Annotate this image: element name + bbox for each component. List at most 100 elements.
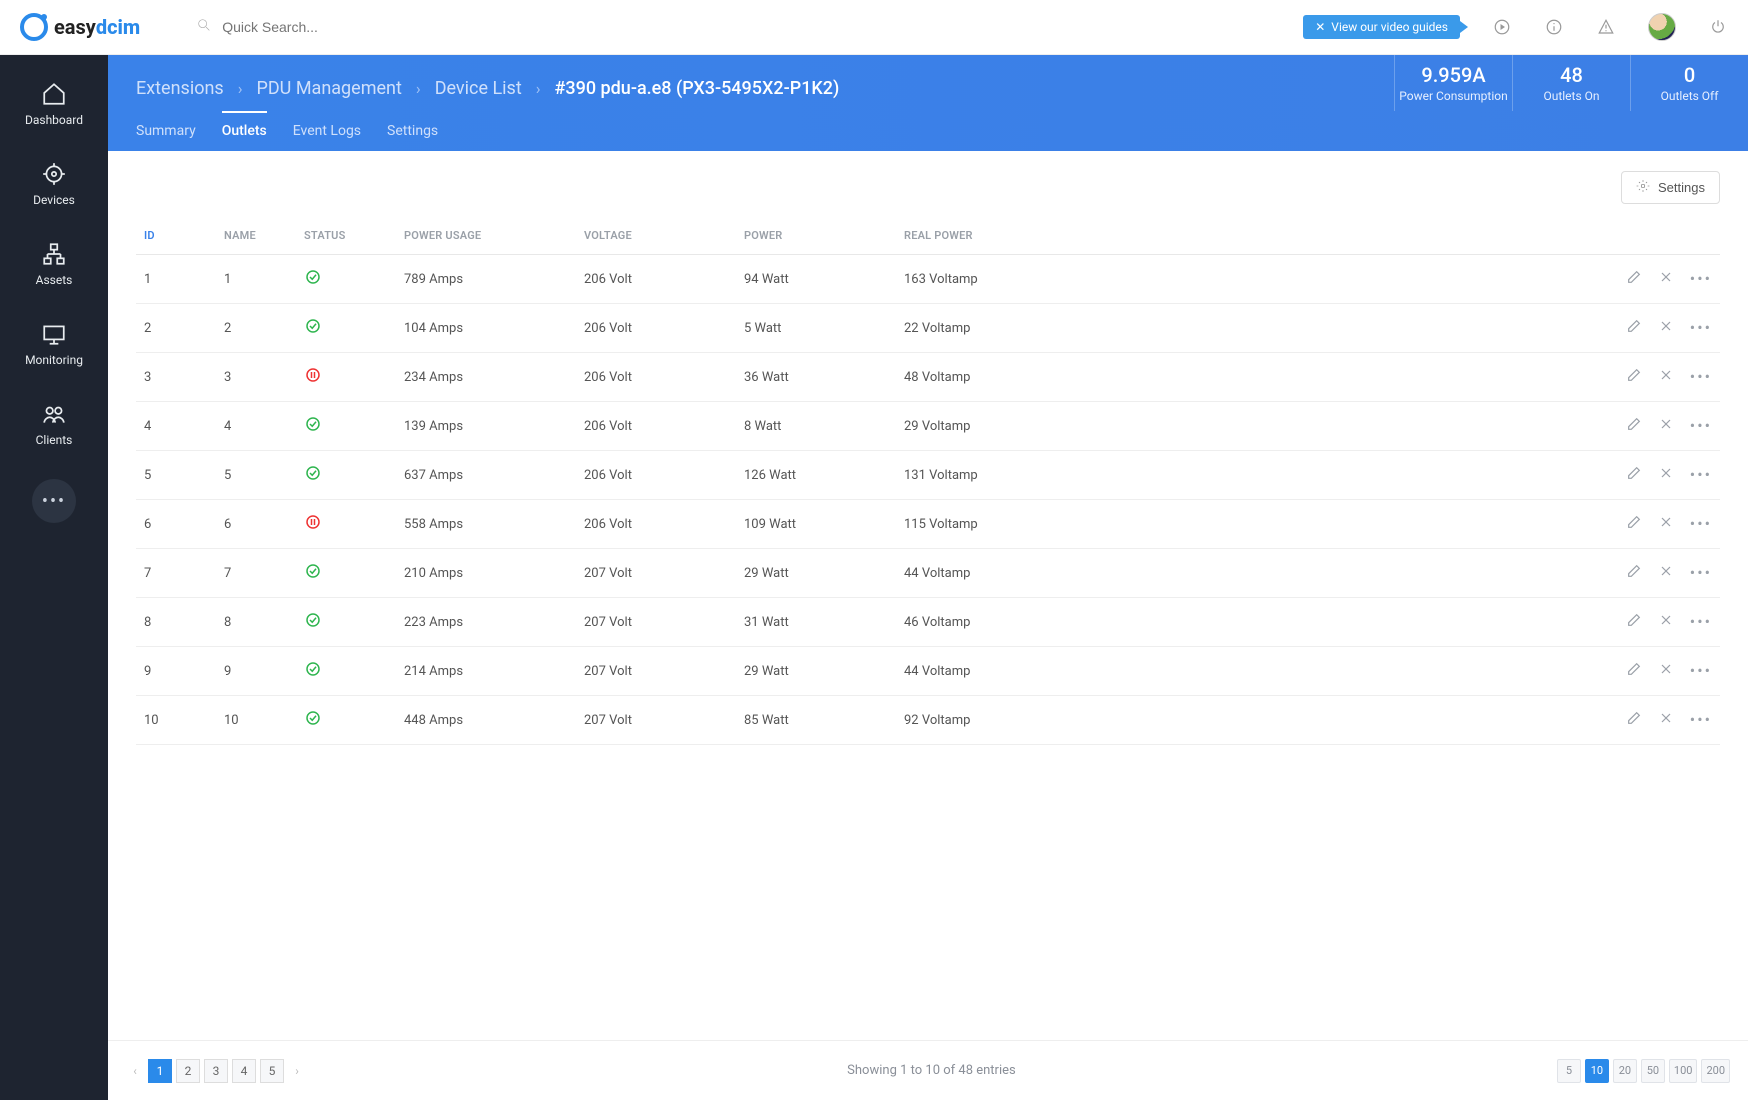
- sidebar-item-monitoring[interactable]: Monitoring: [0, 313, 108, 375]
- top-bar: easydcim ✕ View our video guides: [0, 0, 1748, 55]
- page-button[interactable]: 1: [148, 1059, 172, 1083]
- delete-icon[interactable]: [1658, 269, 1674, 289]
- column-header[interactable]: ID: [136, 219, 216, 255]
- cell-value: 214 Amps: [396, 647, 576, 696]
- more-icon[interactable]: •••: [1690, 418, 1712, 434]
- video-guide-banner[interactable]: ✕ View our video guides: [1303, 15, 1460, 39]
- cell-value: 8: [216, 598, 296, 647]
- tab-summary[interactable]: Summary: [136, 111, 196, 151]
- column-header[interactable]: VOLTAGE: [576, 219, 736, 255]
- delete-icon[interactable]: [1658, 318, 1674, 338]
- delete-icon[interactable]: [1658, 416, 1674, 436]
- table-row: 33234 Amps206 Volt36 Watt48 Voltamp•••: [136, 353, 1720, 402]
- close-icon[interactable]: ✕: [1315, 20, 1325, 34]
- play-icon[interactable]: [1492, 17, 1512, 37]
- breadcrumb-item[interactable]: Extensions: [136, 78, 224, 99]
- more-icon[interactable]: •••: [1690, 467, 1712, 483]
- column-header[interactable]: NAME: [216, 219, 296, 255]
- column-header[interactable]: REAL POWER: [896, 219, 1096, 255]
- more-icon[interactable]: •••: [1690, 565, 1712, 581]
- tab-event-logs[interactable]: Event Logs: [293, 111, 361, 151]
- page-button[interactable]: 4: [232, 1059, 256, 1083]
- page-size-button[interactable]: 200: [1701, 1059, 1730, 1083]
- edit-icon[interactable]: [1626, 367, 1642, 387]
- page-button[interactable]: 5: [260, 1059, 284, 1083]
- edit-icon[interactable]: [1626, 612, 1642, 632]
- more-icon[interactable]: •••: [1690, 320, 1712, 336]
- page-size-button[interactable]: 20: [1613, 1059, 1637, 1083]
- brand-logo[interactable]: easydcim: [20, 13, 140, 41]
- user-avatar[interactable]: [1648, 13, 1676, 41]
- cell-value: 206 Volt: [576, 255, 736, 304]
- info-icon[interactable]: [1544, 17, 1564, 37]
- sidebar-item-devices[interactable]: Devices: [0, 153, 108, 215]
- cell-value: 115 Voltamp: [896, 500, 1096, 549]
- sidebar-more-button[interactable]: •••: [32, 479, 76, 523]
- sidebar-item-clients[interactable]: Clients: [0, 393, 108, 455]
- edit-icon[interactable]: [1626, 563, 1642, 583]
- edit-icon[interactable]: [1626, 710, 1642, 730]
- more-icon[interactable]: •••: [1690, 712, 1712, 728]
- table-settings-button[interactable]: Settings: [1621, 171, 1720, 204]
- delete-icon[interactable]: [1658, 465, 1674, 485]
- sidebar-item-dashboard[interactable]: Dashboard: [0, 73, 108, 135]
- cell-value: 4: [136, 402, 216, 451]
- global-search[interactable]: [196, 17, 456, 37]
- delete-icon[interactable]: [1658, 563, 1674, 583]
- cell-value: 92 Voltamp: [896, 696, 1096, 745]
- stat-value: 48: [1560, 63, 1583, 87]
- edit-icon[interactable]: [1626, 465, 1642, 485]
- page-prev-button[interactable]: ‹: [126, 1059, 144, 1083]
- page-button[interactable]: 2: [176, 1059, 200, 1083]
- header-stats: 9.959APower Consumption48Outlets On0Outl…: [1394, 55, 1748, 111]
- cell-value: 5 Watt: [736, 304, 896, 353]
- delete-icon[interactable]: [1658, 710, 1674, 730]
- alert-icon[interactable]: [1596, 17, 1616, 37]
- stat-label: Power Consumption: [1399, 89, 1507, 103]
- page-size-button[interactable]: 10: [1585, 1059, 1609, 1083]
- page-size-button[interactable]: 100: [1669, 1059, 1698, 1083]
- page-size-button[interactable]: 5: [1557, 1059, 1581, 1083]
- more-icon[interactable]: •••: [1690, 614, 1712, 630]
- delete-icon[interactable]: [1658, 612, 1674, 632]
- table-row: 44139 Amps206 Volt8 Watt29 Voltamp•••: [136, 402, 1720, 451]
- column-header[interactable]: POWER: [736, 219, 896, 255]
- edit-icon[interactable]: [1626, 514, 1642, 534]
- sidebar-item-label: Devices: [33, 193, 75, 207]
- page-size-selector: 5102050100200: [1557, 1059, 1730, 1083]
- sidebar-item-assets[interactable]: Assets: [0, 233, 108, 295]
- tab-outlets[interactable]: Outlets: [222, 111, 267, 151]
- delete-icon[interactable]: [1658, 514, 1674, 534]
- breadcrumb-item[interactable]: PDU Management: [257, 78, 402, 99]
- search-input[interactable]: [222, 19, 422, 35]
- sidebar: Dashboard Devices Assets Monitoring Clie…: [0, 55, 108, 1100]
- edit-icon[interactable]: [1626, 269, 1642, 289]
- video-guide-label: View our video guides: [1331, 20, 1448, 34]
- page-size-button[interactable]: 50: [1641, 1059, 1665, 1083]
- page-next-button[interactable]: ›: [288, 1059, 306, 1083]
- breadcrumb-item[interactable]: Device List: [435, 78, 522, 99]
- more-icon[interactable]: •••: [1690, 516, 1712, 532]
- edit-icon[interactable]: [1626, 416, 1642, 436]
- column-header[interactable]: POWER USAGE: [396, 219, 576, 255]
- cell-status: [296, 402, 396, 451]
- chevron-right-icon: ›: [238, 79, 243, 98]
- more-icon[interactable]: •••: [1690, 271, 1712, 287]
- breadcrumb: Extensions›PDU Management›Device List›#3…: [108, 55, 1394, 111]
- tab-settings[interactable]: Settings: [387, 111, 438, 151]
- more-icon[interactable]: •••: [1690, 663, 1712, 679]
- column-header[interactable]: STATUS: [296, 219, 396, 255]
- cell-value: 7: [216, 549, 296, 598]
- more-icon[interactable]: •••: [1690, 369, 1712, 385]
- power-icon[interactable]: [1708, 17, 1728, 37]
- delete-icon[interactable]: [1658, 661, 1674, 681]
- page-button[interactable]: 3: [204, 1059, 228, 1083]
- delete-icon[interactable]: [1658, 367, 1674, 387]
- edit-icon[interactable]: [1626, 661, 1642, 681]
- breadcrumb-item: #390 pdu-a.e8 (PX3-5495X2-P1K2): [555, 78, 840, 99]
- cell-value: 6: [136, 500, 216, 549]
- edit-icon[interactable]: [1626, 318, 1642, 338]
- cell-value: 163 Voltamp: [896, 255, 1096, 304]
- cell-value: 206 Volt: [576, 451, 736, 500]
- cell-value: 558 Amps: [396, 500, 576, 549]
